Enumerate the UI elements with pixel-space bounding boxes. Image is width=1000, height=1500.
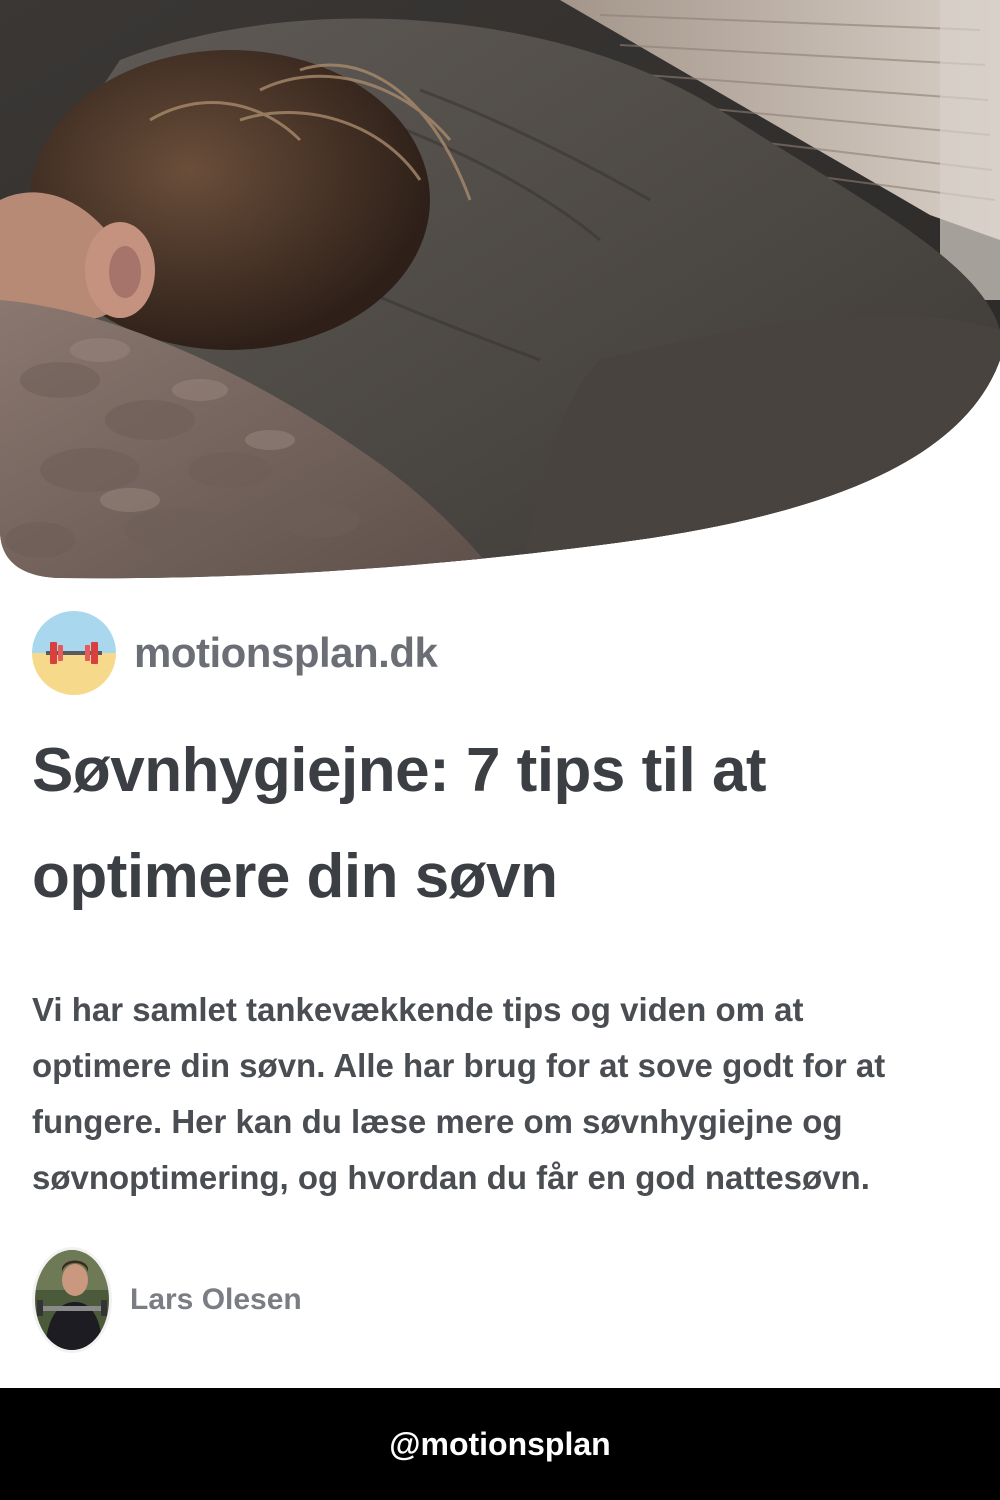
social-handle[interactable]: @motionsplan (389, 1426, 610, 1463)
author-name[interactable]: Lars Olesen (130, 1283, 302, 1317)
hero-image (0, 0, 1000, 580)
dumbbell-icon (32, 611, 116, 695)
sleeping-person-photo (0, 0, 1000, 579)
article-title: Søvnhygiejne: 7 tips til at optimere din… (32, 736, 767, 911)
site-header: motionsplan.dk (32, 610, 438, 696)
author-avatar[interactable] (32, 1247, 112, 1353)
footer-bar: @motionsplan (0, 1388, 1000, 1500)
article-description: Vi har samlet tankevækkende tips og vide… (32, 991, 886, 1196)
site-name[interactable]: motionsplan.dk (134, 629, 438, 677)
author-info: Lars Olesen (32, 1247, 302, 1353)
